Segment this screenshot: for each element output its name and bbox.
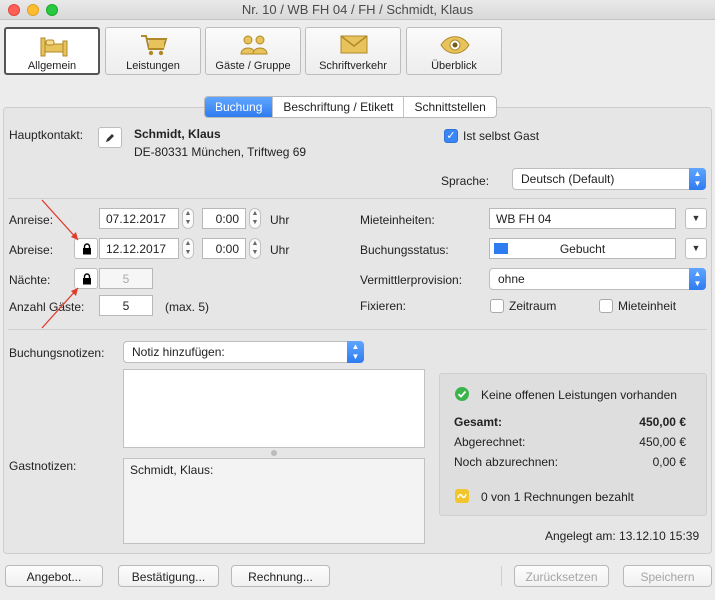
booking-notes-textarea[interactable]	[123, 369, 425, 448]
agent-select[interactable]: ohne ▲ ▼	[489, 268, 706, 290]
divider	[8, 198, 707, 199]
billed-value: 450,00 €	[639, 435, 686, 449]
fix-unit-checkbox[interactable]	[599, 299, 613, 313]
contact-label: Hauptkontakt:	[9, 128, 84, 142]
arrival-date-field[interactable]: 07.12.2017	[99, 208, 179, 229]
toolbar-gaeste[interactable]: Gäste / Gruppe	[205, 27, 301, 75]
departure-date-field[interactable]: 12.12.2017	[99, 238, 179, 259]
fix-label: Fixieren:	[360, 299, 407, 313]
invoices-status: 0 von 1 Rechnungen bezahlt	[481, 490, 634, 504]
check-circle-icon	[455, 387, 469, 401]
add-note-value: Notiz hinzufügen:	[132, 345, 225, 359]
guests-max-label: (max. 5)	[165, 300, 210, 314]
updown-arrows-icon: ▲ ▼	[689, 168, 706, 190]
self-guest-label: Ist selbst Gast	[463, 129, 540, 143]
fix-unit-label: Mieteinheit	[618, 299, 677, 313]
agent-label: Vermittlerprovision:	[360, 273, 463, 287]
divider	[8, 329, 707, 330]
open-row: Noch abzurechnen: 0,00 €	[454, 455, 686, 469]
arrival-time-field[interactable]: 0:00	[202, 208, 246, 229]
total-value: 450,00 €	[639, 415, 686, 429]
self-guest-checkbox[interactable]: ✓	[444, 129, 458, 143]
guest-notes-label: Gastnotizen:	[9, 459, 77, 473]
offer-button[interactable]: Angebot...	[5, 565, 103, 587]
toolbar-label: Gäste / Gruppe	[215, 60, 291, 72]
tab-bar: Buchung Beschriftung / Etikett Schnittst…	[204, 96, 497, 118]
nights-field: 5	[99, 268, 153, 289]
title-bar: Nr. 10 / WB FH 04 / FH / Schmidt, Klaus	[0, 0, 715, 20]
toolbar-label: Überblick	[431, 60, 477, 72]
arrival-time-stepper[interactable]: ▲ ▼	[249, 208, 261, 229]
open-label: Noch abzurechnen:	[454, 455, 559, 469]
contact-address: DE-80331 München, Triftweg 69	[134, 145, 307, 159]
units-label: Mieteinheiten:	[360, 213, 435, 227]
pencil-icon	[106, 134, 114, 142]
annotation-arrows	[41, 199, 79, 329]
guests-field[interactable]: 5	[99, 295, 153, 316]
people-icon	[240, 35, 268, 55]
booking-notes-label: Buchungsnotizen:	[9, 346, 105, 360]
toolbar-label: Schriftverkehr	[319, 60, 387, 72]
invoice-button[interactable]: Rechnung...	[231, 565, 330, 587]
window-title: Nr. 10 / WB FH 04 / FH / Schmidt, Klaus	[241, 2, 474, 17]
arrival-time-unit: Uhr	[270, 213, 290, 227]
toolbar-schriftverkehr[interactable]: Schriftverkehr	[305, 27, 401, 75]
updown-arrows-icon: ▲ ▼	[689, 268, 706, 290]
save-button[interactable]: Speichern	[623, 565, 712, 587]
add-note-select[interactable]: Notiz hinzufügen: ▲ ▼	[123, 341, 364, 363]
summary-box: Keine offenen Leistungen vorhanden Gesam…	[439, 373, 707, 516]
total-label: Gesamt:	[454, 415, 503, 429]
departure-time-field[interactable]: 0:00	[202, 238, 246, 259]
summary-status: Keine offenen Leistungen vorhanden	[481, 388, 677, 402]
status-dropdown-button[interactable]: ▼	[685, 238, 707, 259]
status-value: Gebucht	[559, 242, 606, 256]
toolbar-allgemein[interactable]: Allgemein	[4, 27, 100, 75]
guest-notes-textarea[interactable]: Schmidt, Klaus:	[123, 458, 425, 544]
toolbar-label: Leistungen	[126, 60, 180, 72]
envelope-icon	[340, 35, 368, 54]
language-select[interactable]: Deutsch (Default) ▲ ▼	[512, 168, 706, 190]
departure-time-stepper[interactable]: ▲ ▼	[249, 238, 261, 259]
toolbar-leistungen[interactable]: Leistungen	[105, 27, 201, 75]
units-field[interactable]: WB FH 04	[489, 208, 676, 229]
toolbar-label: Allgemein	[27, 60, 77, 72]
edit-contact-button[interactable]	[98, 127, 122, 148]
fix-period-label: Zeitraum	[509, 299, 557, 313]
tab-beschriftung[interactable]: Beschriftung / Etikett	[273, 97, 405, 117]
tab-buchung[interactable]: Buchung	[205, 97, 274, 117]
billed-label: Abgerechnet:	[454, 435, 526, 449]
status-label: Buchungsstatus:	[360, 243, 449, 257]
updown-arrows-icon: ▲ ▼	[347, 341, 364, 363]
departure-time-unit: Uhr	[270, 243, 290, 257]
language-label: Sprache:	[441, 174, 490, 188]
billed-row: Abgerechnet: 450,00 €	[454, 435, 686, 449]
language-value: Deutsch (Default)	[521, 172, 615, 186]
total-row: Gesamt: 450,00 €	[454, 415, 686, 429]
divider	[501, 566, 502, 586]
open-value: 0,00 €	[652, 455, 686, 469]
contact-name: Schmidt, Klaus	[134, 127, 221, 141]
toolbar-ueberblick[interactable]: Überblick	[406, 27, 502, 75]
bed-icon	[40, 37, 68, 57]
status-color-swatch	[494, 243, 508, 254]
created-date: Angelegt am: 13.12.10 15:39	[545, 529, 700, 543]
eye-icon	[440, 36, 470, 54]
status-field[interactable]: Gebucht	[489, 238, 676, 259]
cart-icon	[141, 35, 168, 56]
units-dropdown-button[interactable]: ▼	[685, 208, 707, 229]
departure-date-stepper[interactable]: ▲ ▼	[182, 238, 194, 259]
agent-value: ohne	[498, 272, 525, 286]
fix-period-checkbox[interactable]	[490, 299, 504, 313]
split-handle[interactable]	[271, 450, 277, 456]
tab-schnittstellen[interactable]: Schnittstellen	[404, 97, 495, 117]
confirmation-button[interactable]: Bestätigung...	[118, 565, 219, 587]
reset-button[interactable]: Zurücksetzen	[514, 565, 609, 587]
arrival-date-stepper[interactable]: ▲ ▼	[182, 208, 194, 229]
partial-payment-icon	[455, 489, 469, 503]
